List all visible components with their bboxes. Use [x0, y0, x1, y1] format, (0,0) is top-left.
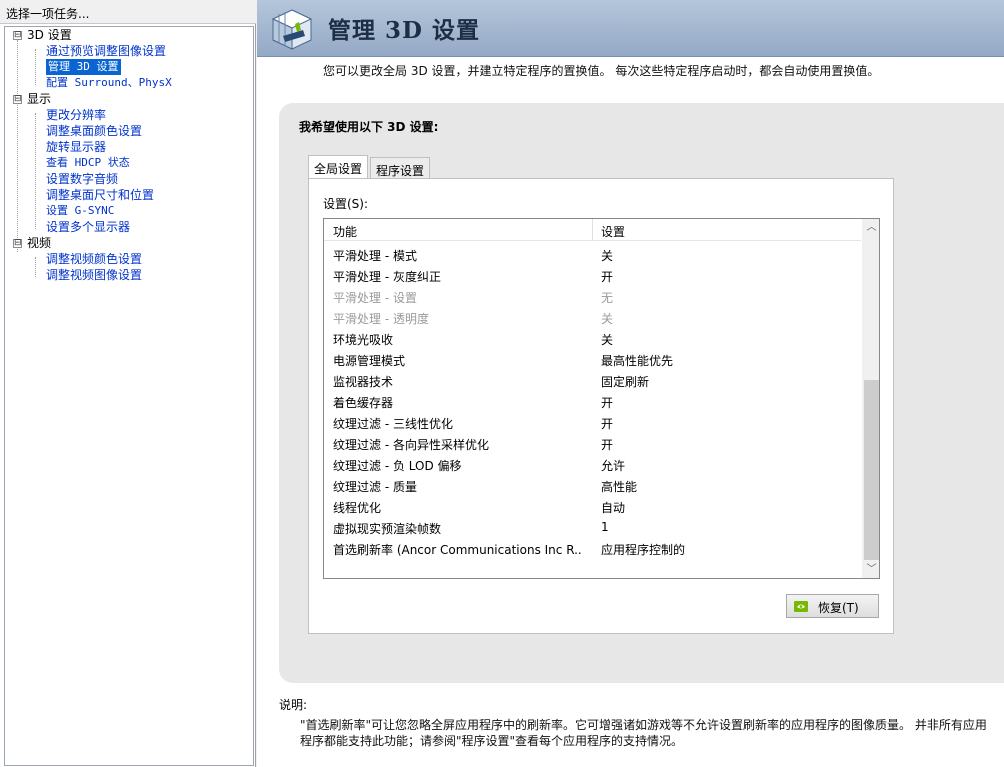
tree-item-digital-audio[interactable]: 设置数字音频 — [46, 171, 118, 187]
settings-label: 设置(S): — [323, 197, 369, 211]
vertical-scrollbar[interactable]: ︿ ﹀ — [862, 219, 879, 578]
restore-button-label: 恢复(T) — [818, 601, 859, 615]
tree-category-video[interactable]: 视频 — [27, 235, 51, 251]
setting-value[interactable]: 关 — [601, 247, 613, 264]
tree-connector — [35, 49, 36, 85]
3d-cube-icon — [271, 9, 313, 50]
tree-item-preview-image[interactable]: 通过预览调整图像设置 — [46, 43, 166, 59]
setting-feature-name: 电源管理模式 — [333, 354, 406, 368]
settings-row[interactable]: 平滑处理 - 设置 无 — [324, 286, 861, 307]
settings-row[interactable]: 电源管理模式 最高性能优先 — [324, 349, 861, 370]
settings-row[interactable]: 虚拟现实预渲染帧数 1 — [324, 517, 861, 538]
setting-value[interactable]: 1 — [601, 520, 609, 534]
settings-row[interactable]: 纹理过滤 - 各向异性采样优化 开 — [324, 433, 861, 454]
tree-item-desktop-color[interactable]: 调整桌面颜色设置 — [46, 123, 142, 139]
settings-row[interactable]: 纹理过滤 - 负 LOD 偏移 允许 — [324, 454, 861, 475]
tree-item-gsync[interactable]: 设置 G-SYNC — [46, 203, 114, 219]
content-pane: 管理 3D 设置 您可以更改全局 3D 设置，并建立特定程序的置换值。 每次这些… — [257, 0, 1004, 767]
settings-row[interactable]: 平滑处理 - 灰度纠正 开 — [324, 265, 861, 286]
settings-panel: 我希望使用以下 3D 设置: 全局设置 程序设置 设置(S): 功能 设置 平滑… — [279, 103, 1004, 683]
setting-feature-name: 虚拟现实预渲染帧数 — [333, 522, 442, 536]
page-title: 管理 3D 设置 — [328, 17, 480, 44]
panel-heading: 我希望使用以下 3D 设置: — [299, 120, 439, 134]
tree-item-desktop-size[interactable]: 调整桌面尺寸和位置 — [46, 187, 154, 203]
setting-feature-name: 纹理过滤 - 负 LOD 偏移 — [333, 459, 462, 473]
setting-feature-name: 平滑处理 - 模式 — [333, 249, 417, 263]
tree-item-video-image[interactable]: 调整视频图像设置 — [46, 267, 142, 283]
setting-feature-name: 平滑处理 - 设置 — [333, 291, 417, 305]
settings-row[interactable]: 线程优化 自动 — [324, 496, 861, 517]
tree-item-manage-3d[interactable]: 管理 3D 设置 — [46, 59, 121, 75]
description-text: "首选刷新率"可让您忽略全屏应用程序中的刷新率。它可增强诸如游戏等不允许设置刷新… — [300, 718, 987, 748]
setting-value[interactable]: 最高性能优先 — [601, 352, 673, 369]
setting-value[interactable]: 关 — [601, 310, 613, 327]
setting-feature-name: 首选刷新率 (Ancor Communications Inc R... — [333, 543, 583, 557]
setting-value[interactable]: 无 — [601, 289, 613, 306]
list-header: 功能 设置 — [324, 219, 861, 241]
task-pane: 选择一项任务... ⊟ 3D 设置 通过预览调整图像设置 管理 3D 设置 配置… — [0, 0, 256, 767]
tree-category-3d[interactable]: 3D 设置 — [27, 27, 72, 43]
collapse-icon[interactable]: ⊟ — [13, 95, 22, 104]
settings-row[interactable]: 首选刷新率 (Ancor Communications Inc R... 应用程序… — [324, 538, 861, 559]
task-tree[interactable]: ⊟ 3D 设置 通过预览调整图像设置 管理 3D 设置 配置 Surround、… — [4, 26, 254, 766]
setting-feature-name: 纹理过滤 - 质量 — [333, 480, 417, 494]
setting-value[interactable]: 高性能 — [601, 478, 637, 495]
tree-item-multi-display[interactable]: 设置多个显示器 — [46, 219, 130, 235]
tree-connector — [17, 40, 18, 252]
setting-feature-name: 纹理过滤 - 各向异性采样优化 — [333, 438, 489, 452]
settings-row[interactable]: 纹理过滤 - 三线性优化 开 — [324, 412, 861, 433]
settings-row[interactable]: 环境光吸收 关 — [324, 328, 861, 349]
setting-feature-name: 监视器技术 — [333, 375, 394, 389]
nvidia-logo-icon — [794, 601, 808, 612]
setting-value[interactable]: 开 — [601, 436, 613, 453]
setting-value[interactable]: 开 — [601, 268, 613, 285]
column-divider[interactable] — [592, 219, 593, 241]
settings-row[interactable]: 平滑处理 - 透明度 关 — [324, 307, 861, 328]
scrollbar-thumb[interactable] — [864, 380, 879, 560]
column-header-setting[interactable]: 设置 — [601, 223, 625, 240]
collapse-icon[interactable]: ⊟ — [13, 31, 22, 40]
setting-value[interactable]: 自动 — [601, 499, 625, 516]
intro-text: 您可以更改全局 3D 设置，并建立特定程序的置换值。 每次这些特定程序启动时，都… — [323, 64, 880, 78]
settings-row[interactable]: 纹理过滤 - 质量 高性能 — [324, 475, 861, 496]
global-settings-page: 设置(S): 功能 设置 平滑处理 - 模式关平滑处理 - 灰度纠正开平滑处理 … — [308, 178, 894, 634]
settings-row[interactable]: 着色缓存器 开 — [324, 391, 861, 412]
tab-global-settings[interactable]: 全局设置 — [308, 155, 369, 179]
task-pane-header: 选择一项任务... — [0, 0, 256, 24]
settings-row[interactable]: 监视器技术 固定刷新 — [324, 370, 861, 391]
tree-item-hdcp[interactable]: 查看 HDCP 状态 — [46, 155, 130, 171]
description-title: 说明: — [279, 698, 308, 712]
setting-feature-name: 纹理过滤 - 三线性优化 — [333, 417, 453, 431]
setting-value[interactable]: 允许 — [601, 457, 625, 474]
restore-button[interactable]: 恢复(T) — [786, 594, 879, 618]
tree-connector — [35, 257, 36, 277]
setting-feature-name: 环境光吸收 — [333, 333, 394, 347]
setting-value[interactable]: 开 — [601, 394, 613, 411]
scroll-down-icon[interactable]: ﹀ — [863, 561, 879, 578]
tab-program-settings[interactable]: 程序设置 — [370, 157, 431, 179]
settings-row[interactable]: 平滑处理 - 模式 关 — [324, 244, 861, 265]
setting-feature-name: 线程优化 — [333, 501, 382, 515]
column-header-feature[interactable]: 功能 — [333, 223, 357, 240]
tree-item-resolution[interactable]: 更改分辨率 — [46, 107, 106, 123]
setting-feature-name: 平滑处理 - 透明度 — [333, 312, 429, 326]
setting-value[interactable]: 开 — [601, 415, 613, 432]
setting-feature-name: 平滑处理 - 灰度纠正 — [333, 270, 441, 284]
tree-item-rotate-display[interactable]: 旋转显示器 — [46, 139, 106, 155]
tree-item-surround-physx[interactable]: 配置 Surround、PhysX — [46, 75, 172, 91]
scroll-up-icon[interactable]: ︿ — [863, 219, 879, 236]
setting-value[interactable]: 关 — [601, 331, 613, 348]
settings-list[interactable]: 功能 设置 平滑处理 - 模式关平滑处理 - 灰度纠正开平滑处理 - 设置无平滑… — [323, 218, 880, 579]
page-banner: 管理 3D 设置 — [257, 0, 1004, 57]
tree-category-display[interactable]: 显示 — [27, 91, 51, 107]
tree-connector — [35, 113, 36, 229]
setting-value[interactable]: 应用程序控制的 — [601, 541, 685, 558]
collapse-icon[interactable]: ⊟ — [13, 239, 22, 248]
setting-value[interactable]: 固定刷新 — [601, 373, 649, 390]
tree-item-video-color[interactable]: 调整视频颜色设置 — [46, 251, 142, 267]
setting-feature-name: 着色缓存器 — [333, 396, 394, 410]
